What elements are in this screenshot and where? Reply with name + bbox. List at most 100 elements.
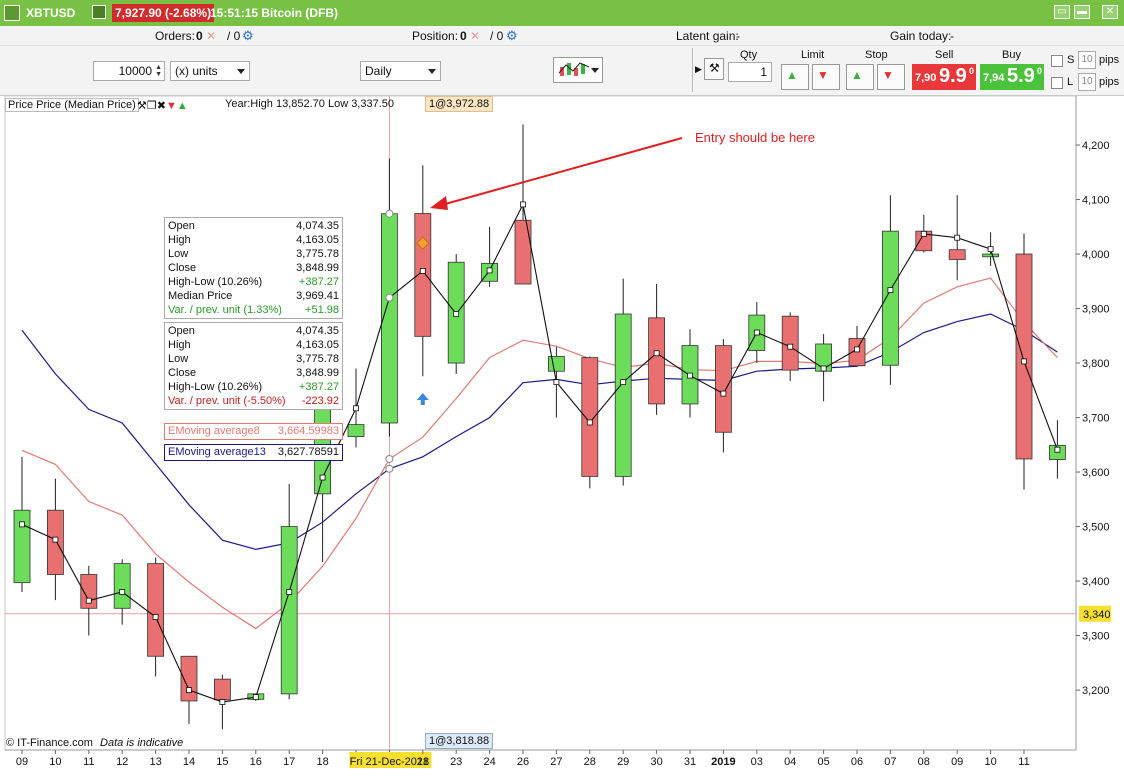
ticket-scroll-icon[interactable]: ▶ — [695, 64, 702, 75]
chevron-down-icon — [591, 68, 599, 73]
ema8-value: 3,664.59983 — [277, 425, 339, 437]
x-tick-label: 24 — [483, 756, 495, 768]
quantity-spinner-icon[interactable]: ▲ ▼ — [155, 64, 162, 78]
limit-sell-icon: ▼ — [817, 68, 829, 82]
x-tick-label: 11 — [83, 756, 94, 768]
stop-sell-icon: ▼ — [882, 68, 894, 82]
limit-checkbox[interactable] — [1051, 77, 1063, 89]
median-price-point — [1021, 358, 1027, 365]
x-tick-label: 06 — [851, 756, 863, 768]
units-select[interactable]: (x) units — [170, 61, 250, 81]
median-price-point — [820, 365, 827, 372]
limit-pips-input[interactable]: 10 — [1078, 73, 1096, 91]
stop-loss-checkbox[interactable] — [1051, 55, 1063, 67]
quantity-input[interactable]: 10000 ▲ ▼ — [93, 61, 165, 81]
chevron-down-icon — [428, 69, 436, 74]
x-tick-label: 03 — [751, 756, 763, 768]
x-tick-label: 13 — [149, 756, 161, 768]
minimize-button[interactable]: ▭ — [1054, 5, 1070, 19]
timeframe-select[interactable]: Daily — [360, 61, 441, 81]
qty-input[interactable]: 1 — [728, 62, 772, 82]
candle-body — [948, 249, 966, 260]
buy-prefix: 7,94 — [983, 72, 1005, 84]
median-price-point — [954, 234, 961, 241]
median-price-point — [787, 343, 794, 350]
candle-info-box-secondary: Open 4,074.35 High 4,163.05 Low 3,775.78 Close… — [164, 322, 343, 410]
info-row-label: Var. / prev. unit (-5.50%) — [168, 395, 286, 407]
y-tick-label: 4,000 — [1082, 249, 1110, 261]
chart-title: Price Price (Median Price) — [5, 98, 139, 112]
median-price-point — [486, 267, 493, 274]
ticket-separator — [692, 48, 693, 92]
median-price-point — [653, 350, 660, 357]
x-tick-label: 21 — [417, 756, 429, 768]
position-total: / 0 — [490, 29, 504, 43]
ema13-label: EMoving average13 — [168, 446, 266, 458]
chart-tool-icons[interactable]: ⚒❐✖▼▲ — [137, 99, 188, 112]
sell-header: Sell — [935, 49, 954, 61]
info-row-value: +387.27 — [298, 276, 339, 288]
info-row: Var. / prev. unit (-5.50%) -223.92 — [168, 394, 339, 408]
candle-body — [982, 253, 999, 258]
x-tick-label: 16 — [250, 756, 262, 768]
save-icon[interactable] — [92, 5, 106, 19]
info-row-label: High — [168, 234, 191, 246]
ema8-label-box: EMoving average8 3,664.59983 — [164, 423, 343, 440]
wrench-button[interactable]: ⚒ — [704, 58, 724, 80]
info-row: High-Low (10.26%) +387.27 — [168, 380, 339, 394]
price-change-badge: 7,927.90 (-2.68%) — [112, 4, 215, 22]
median-price-point — [520, 201, 526, 208]
limit-label: L — [1067, 76, 1074, 88]
chart-type-button[interactable] — [553, 57, 603, 83]
info-row: Median Price 3,969.41 — [168, 289, 339, 303]
ema8-label: EMoving average8 — [168, 425, 260, 437]
info-row-value: 3,969.41 — [296, 290, 339, 302]
position-cancel-icon[interactable]: ✕ — [470, 30, 480, 42]
limit-sell-button[interactable]: ▼ — [812, 64, 840, 90]
info-row-label: Median Price — [168, 290, 233, 302]
limit-pips-label: pips — [1099, 76, 1120, 88]
sell-price-big: 9.9 — [939, 65, 967, 87]
orders-cancel-icon[interactable]: ✕ — [206, 30, 218, 42]
gain-today-value: - — [950, 29, 954, 43]
stop-sell-button[interactable]: ▼ — [877, 64, 905, 90]
info-row: Low 3,775.78 — [168, 247, 339, 261]
buy-button[interactable]: 7,94 5.9 0 — [980, 64, 1044, 90]
orders-settings-icon[interactable]: ⚙ — [242, 29, 254, 43]
stop-buy-button[interactable]: ▲ — [846, 64, 874, 90]
median-price-point — [85, 597, 92, 604]
orders-value: 0 — [196, 29, 203, 43]
info-row-label: Close — [168, 367, 197, 379]
buy-price-sup: 0 — [1037, 66, 1043, 76]
units-value: (x) units — [175, 64, 218, 78]
info-row: Open 4,074.35 — [168, 324, 339, 338]
stop-buy-icon: ▲ — [851, 68, 863, 82]
median-price-point — [753, 329, 760, 336]
info-row-label: High-Low (10.26%) — [168, 276, 263, 288]
candle-body — [882, 230, 899, 366]
y-tick-label: 3,700 — [1082, 413, 1110, 425]
controls-bar: 10000 ▲ ▼ (x) units Daily ▶ ⚒ Qty 1 Limit… — [0, 46, 1124, 96]
limit-buy-button[interactable]: ▲ — [781, 64, 809, 90]
info-row: High-Low (10.26%) +387.27 — [168, 275, 339, 289]
info-row-label: High — [168, 339, 191, 351]
watermark-note: Data is indicative — [100, 737, 184, 749]
info-row: High 4,163.05 — [168, 233, 339, 247]
info-row-label: Close — [168, 262, 197, 274]
info-row-label: Open — [168, 220, 195, 232]
orders-total: / 0 — [227, 29, 241, 43]
sell-button[interactable]: 7,90 9.9 0 — [912, 64, 976, 90]
stop-loss-pips-input[interactable]: 10 — [1078, 51, 1096, 69]
info-row: Low 3,775.78 — [168, 352, 339, 366]
position-label: Position: — [412, 29, 459, 43]
x-tick-label: 30 — [650, 756, 662, 768]
median-price-point — [1054, 446, 1061, 453]
close-button[interactable]: ✕ — [1102, 5, 1118, 19]
y-tick-label: 3,300 — [1082, 631, 1110, 643]
candle-body — [347, 424, 365, 438]
x-tick-label: 07 — [884, 756, 896, 768]
window-title: 15:51:15 Bitcoin (DFB) — [210, 6, 339, 20]
buy-price-big: 5.9 — [1007, 65, 1035, 87]
x-tick-label: 12 — [116, 756, 128, 768]
position-settings-icon[interactable]: ⚙ — [506, 29, 518, 43]
